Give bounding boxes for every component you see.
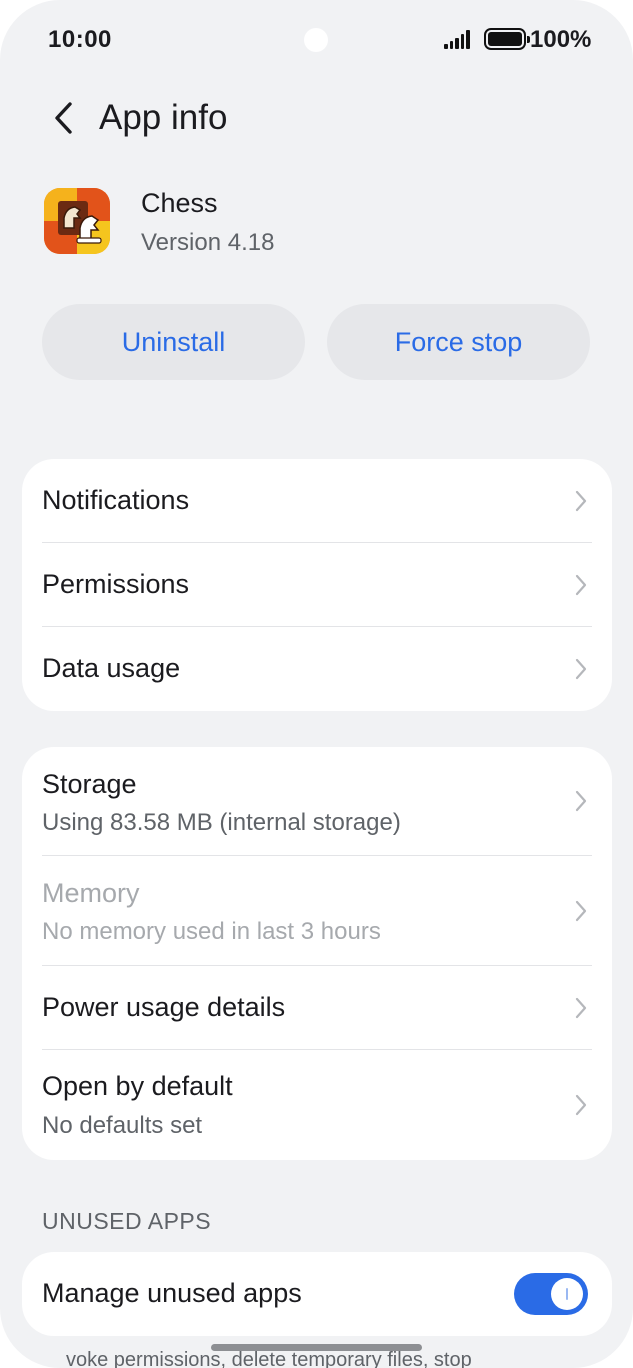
chevron-right-icon	[575, 1094, 587, 1116]
notifications-label: Notifications	[42, 485, 190, 515]
uninstall-button[interactable]: Uninstall	[42, 304, 305, 380]
manage-unused-apps-toggle[interactable]	[514, 1273, 588, 1315]
toggle-knob	[551, 1278, 583, 1310]
memory-row[interactable]: Memory No memory used in last 3 hours	[42, 856, 592, 965]
battery-icon	[484, 28, 530, 50]
open-by-default-label: Open by default	[42, 1071, 233, 1101]
storage-label: Storage	[42, 769, 137, 799]
home-indicator[interactable]	[211, 1344, 422, 1351]
data-usage-row[interactable]: Data usage	[42, 627, 592, 711]
power-usage-label: Power usage details	[42, 992, 286, 1022]
settings-group-2: Storage Using 83.58 MB (internal storage…	[22, 747, 612, 1160]
app-name: Chess	[141, 188, 218, 218]
chevron-right-icon	[575, 900, 587, 922]
battery-percent: 100%	[530, 26, 592, 53]
memory-label: Memory	[42, 878, 140, 908]
chess-app-icon	[44, 188, 110, 254]
page-title: App info	[99, 98, 228, 137]
chevron-right-icon	[575, 490, 587, 512]
permissions-row[interactable]: Permissions	[42, 543, 592, 627]
back-button[interactable]	[46, 98, 82, 138]
open-by-default-row[interactable]: Open by default No defaults set	[42, 1050, 592, 1160]
chevron-right-icon	[575, 574, 587, 596]
memory-summary: No memory used in last 3 hours	[42, 918, 381, 945]
settings-group-1: Notifications Permissions Data usage	[22, 459, 612, 711]
camera-cutout	[304, 28, 328, 52]
storage-summary: Using 83.58 MB (internal storage)	[42, 809, 401, 836]
chevron-right-icon	[575, 997, 587, 1019]
chevron-right-icon	[575, 790, 587, 812]
settings-group-unused: Manage unused apps	[22, 1252, 612, 1336]
notifications-row[interactable]: Notifications	[42, 459, 592, 543]
section-header-unused-apps: UNUSED APPS	[42, 1208, 212, 1234]
manage-unused-apps-label: Manage unused apps	[42, 1278, 302, 1308]
header: App info	[0, 88, 633, 148]
back-arrow-icon	[55, 102, 72, 134]
storage-row[interactable]: Storage Using 83.58 MB (internal storage…	[42, 747, 592, 855]
phone-screen: 10:00 100% App info Chess Version 4.18 U…	[0, 0, 633, 1368]
power-usage-row[interactable]: Power usage details	[42, 966, 592, 1050]
signal-icon	[444, 29, 470, 49]
status-bar: 10:00 100%	[0, 0, 633, 80]
chevron-right-icon	[575, 658, 587, 680]
unused-apps-description: voke permissions, delete temporary files…	[66, 1349, 472, 1368]
open-by-default-summary: No defaults set	[42, 1112, 203, 1139]
status-time: 10:00	[48, 26, 112, 53]
data-usage-label: Data usage	[42, 653, 181, 683]
app-version: Version 4.18	[141, 229, 275, 256]
app-summary: Chess Version 4.18	[0, 185, 633, 265]
permissions-label: Permissions	[42, 569, 190, 599]
force-stop-button[interactable]: Force stop	[327, 304, 590, 380]
